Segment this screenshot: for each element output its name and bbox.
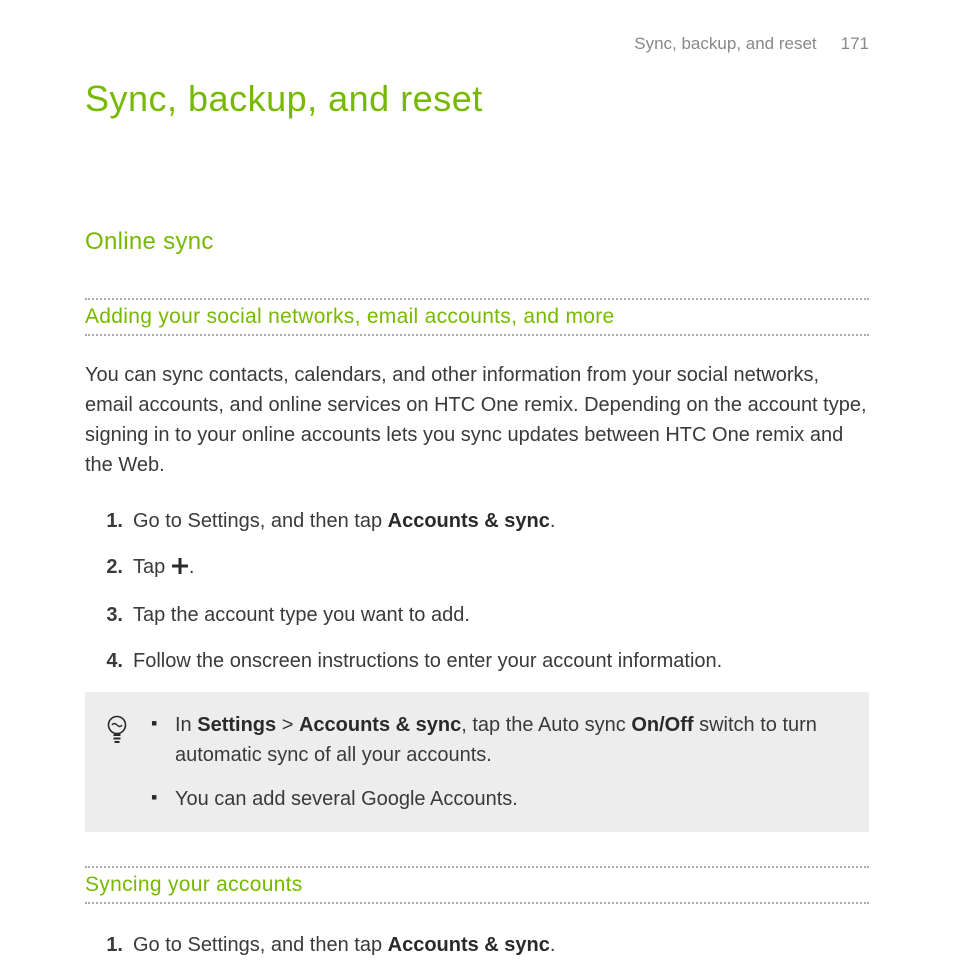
steps-list-adding: 1. Go to Settings, and then tap Accounts… xyxy=(85,506,869,676)
heading-online-sync: Online sync xyxy=(85,228,869,256)
step-4: 4. Follow the onscreen instructions to e… xyxy=(133,646,869,676)
step-number: 4. xyxy=(95,646,123,676)
tip-item: You can add several Google Accounts. xyxy=(151,784,849,814)
plus-icon xyxy=(171,554,189,584)
header-section: Sync, backup, and reset xyxy=(634,34,816,53)
tip-callout: In Settings > Accounts & sync, tap the A… xyxy=(85,692,869,832)
steps-list-syncing: 1. Go to Settings, and then tap Accounts… xyxy=(85,930,869,960)
lightbulb-icon xyxy=(105,710,133,814)
ui-term: On/Off xyxy=(631,714,693,736)
step-number: 2. xyxy=(95,552,123,582)
heading-syncing-accounts: Syncing your accounts xyxy=(85,866,869,904)
ui-term: Accounts & sync xyxy=(388,934,550,956)
step-1: 1. Go to Settings, and then tap Accounts… xyxy=(133,930,869,960)
tip-text: , tap the Auto sync xyxy=(461,714,631,736)
tip-text: In xyxy=(175,714,197,736)
running-header: Sync, backup, and reset 171 xyxy=(634,34,869,54)
tip-text: You can add several Google Accounts. xyxy=(175,788,518,810)
manual-page: Sync, backup, and reset 171 Sync, backup,… xyxy=(0,0,954,960)
step-number: 1. xyxy=(95,930,123,960)
tip-text: > xyxy=(276,714,299,736)
header-page-number: 171 xyxy=(841,34,869,53)
step-text: . xyxy=(550,934,556,956)
step-text: . xyxy=(189,556,195,578)
step-3: 3. Tap the account type you want to add. xyxy=(133,600,869,630)
step-text: Follow the onscreen instructions to ente… xyxy=(133,650,722,672)
step-text: Go to Settings, and then tap xyxy=(133,934,388,956)
step-number: 1. xyxy=(95,506,123,536)
step-number: 3. xyxy=(95,600,123,630)
ui-term: Accounts & sync xyxy=(388,510,550,532)
ui-term: Accounts & sync xyxy=(299,714,461,736)
step-text: Tap xyxy=(133,556,171,578)
tip-list: In Settings > Accounts & sync, tap the A… xyxy=(151,710,849,814)
step-1: 1. Go to Settings, and then tap Accounts… xyxy=(133,506,869,536)
intro-paragraph: You can sync contacts, calendars, and ot… xyxy=(85,360,869,480)
tip-item: In Settings > Accounts & sync, tap the A… xyxy=(151,710,849,770)
heading-adding-accounts: Adding your social networks, email accou… xyxy=(85,298,869,336)
ui-term: Settings xyxy=(197,714,276,736)
step-2: 2. Tap . xyxy=(133,552,869,584)
step-text: . xyxy=(550,510,556,532)
step-text: Tap the account type you want to add. xyxy=(133,604,470,626)
chapter-title: Sync, backup, and reset xyxy=(85,78,869,120)
step-text: Go to Settings, and then tap xyxy=(133,510,388,532)
